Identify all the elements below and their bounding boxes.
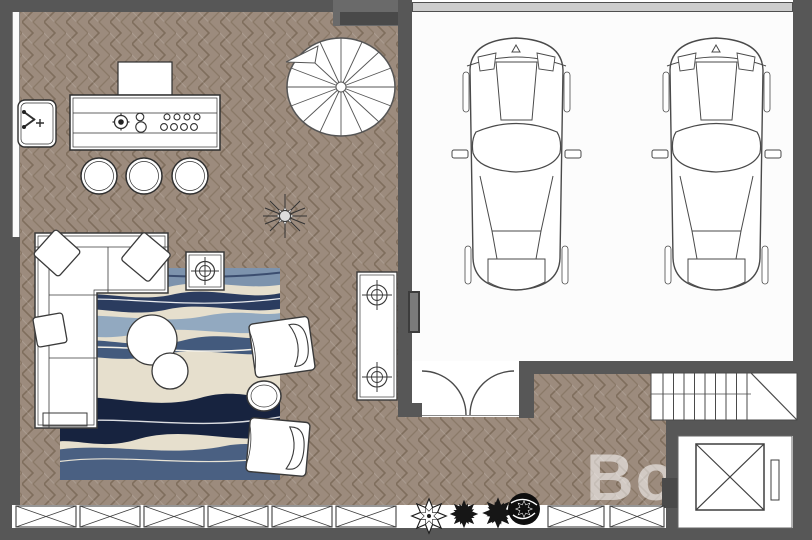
media-console — [357, 272, 397, 400]
window-row-left — [16, 506, 396, 527]
potted-plant-icon — [263, 194, 307, 238]
pillow — [33, 313, 68, 348]
window-pane — [336, 506, 396, 527]
bar-stools — [81, 158, 208, 194]
floor-plan: Bo — [0, 0, 812, 540]
plant-round-icon — [508, 493, 540, 525]
kitchen — [18, 62, 220, 194]
window-pane — [272, 506, 332, 527]
window-pane — [144, 506, 204, 527]
elevator — [678, 436, 792, 528]
window-pane — [208, 506, 268, 527]
armchair — [249, 316, 316, 378]
kitchen-island — [70, 95, 220, 150]
furniture-layer — [0, 0, 812, 540]
car-icon — [452, 38, 581, 290]
elevator-door-slit — [771, 460, 779, 500]
spiral-staircase — [286, 38, 395, 136]
plant-shrub-icon — [450, 500, 479, 529]
square-side-table — [186, 252, 224, 290]
plant-flower-icon — [412, 499, 447, 534]
range-hood — [118, 62, 172, 95]
window-pane — [80, 506, 140, 527]
double-door — [398, 361, 519, 417]
window-pane — [610, 506, 664, 527]
armchair — [246, 417, 310, 476]
wall-sink — [18, 100, 56, 147]
round-side-table — [247, 381, 281, 411]
car-icon — [652, 38, 781, 290]
planters — [412, 493, 540, 533]
window-pane — [16, 506, 76, 527]
window-pane — [548, 506, 604, 527]
staircase — [651, 373, 797, 420]
window-row-right — [548, 506, 664, 527]
